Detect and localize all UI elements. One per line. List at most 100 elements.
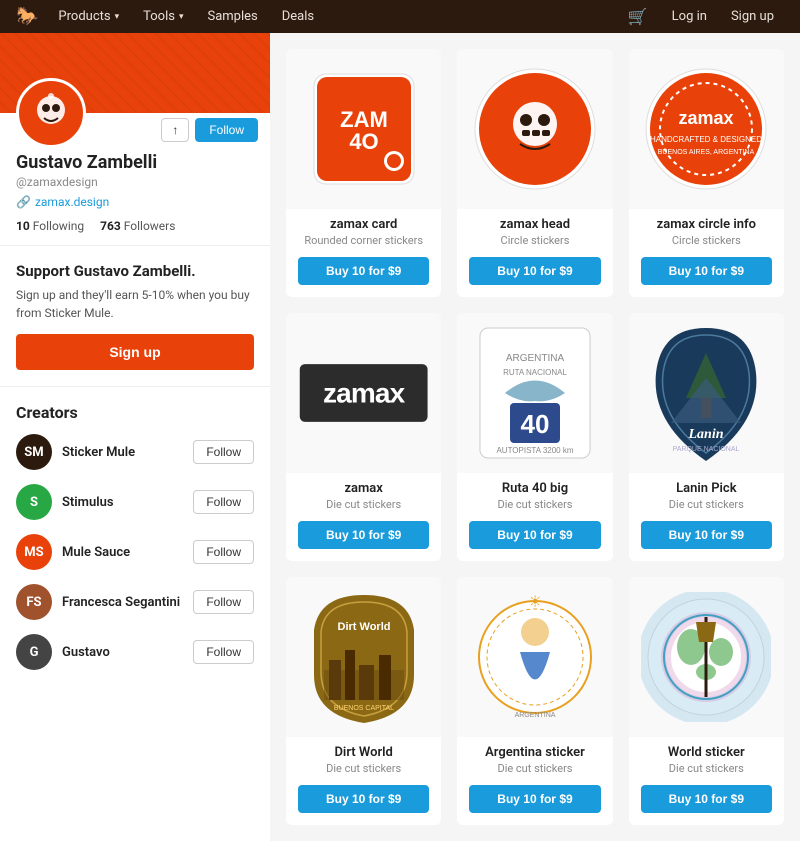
buy-button[interactable]: Buy 10 for $9 <box>298 257 429 285</box>
profile-action-buttons: ↑ Follow <box>161 118 258 148</box>
chevron-down-icon: ▾ <box>179 12 184 22</box>
product-image <box>629 577 784 737</box>
nav-products[interactable]: Products ▾ <box>46 0 131 33</box>
product-info: zamax head Circle stickers <box>457 209 612 257</box>
buy-button[interactable]: Buy 10 for $9 <box>641 521 772 549</box>
svg-text:4O: 4O <box>349 129 378 154</box>
product-info: zamax circle info Circle stickers <box>629 209 784 257</box>
product-type: Die cut stickers <box>298 498 429 511</box>
follow-button[interactable]: Follow <box>195 118 258 142</box>
chevron-down-icon: ▾ <box>115 12 120 22</box>
signup-button-sidebar[interactable]: Sign up <box>16 334 254 370</box>
login-button[interactable]: Log in <box>662 9 717 24</box>
product-image: zamax HANDCRAFTED & DESIGNED BUENOS AIRE… <box>629 49 784 209</box>
products-grid: ZAM 4O zamax card Rounded corner sticker… <box>286 49 784 825</box>
profile-website[interactable]: 🔗 zamax.design <box>16 195 254 209</box>
product-image: zamax <box>286 313 441 473</box>
creator-follow-button[interactable]: Follow <box>193 490 254 514</box>
main-content: ZAM 4O zamax card Rounded corner sticker… <box>270 33 800 841</box>
svg-text:Lanin: Lanin <box>688 427 724 442</box>
support-text: Sign up and they'll earn 5-10% when you … <box>16 286 254 322</box>
nav-logo: 🐎 <box>16 6 38 27</box>
svg-text:RUTA NACIONAL: RUTA NACIONAL <box>503 368 567 377</box>
product-type: Rounded corner stickers <box>298 234 429 247</box>
buy-button[interactable]: Buy 10 for $9 <box>641 785 772 813</box>
navigation: 🐎 Products ▾ Tools ▾ Samples Deals 🛒 Log… <box>0 0 800 33</box>
product-image <box>457 49 612 209</box>
creator-item: S Stimulus Follow <box>16 484 254 520</box>
nav-deals[interactable]: Deals <box>270 0 326 33</box>
svg-text:☀: ☀ <box>528 592 542 611</box>
creator-item: MS Mule Sauce Follow <box>16 534 254 570</box>
creator-follow-button[interactable]: Follow <box>193 640 254 664</box>
product-type: Die cut stickers <box>641 762 772 775</box>
profile-name: Gustavo Zambelli <box>16 152 254 173</box>
product-card: World sticker Die cut stickers Buy 10 fo… <box>629 577 784 825</box>
buy-button[interactable]: Buy 10 for $9 <box>469 785 600 813</box>
product-name: Dirt World <box>298 745 429 760</box>
product-card: zamax head Circle stickers Buy 10 for $9 <box>457 49 612 297</box>
product-type: Die cut stickers <box>469 498 600 511</box>
creator-item: SM Sticker Mule Follow <box>16 434 254 470</box>
creator-item: G Gustavo Follow <box>16 634 254 670</box>
product-image: ARGENTINA RUTA NACIONAL 40 AUTOPISTA 320… <box>457 313 612 473</box>
creator-item: FS Francesca Segantini Follow <box>16 584 254 620</box>
avatar-image <box>20 82 82 144</box>
signup-button[interactable]: Sign up <box>721 9 784 24</box>
buy-button[interactable]: Buy 10 for $9 <box>641 257 772 285</box>
creator-avatar: S <box>16 484 52 520</box>
nav-samples[interactable]: Samples <box>195 0 269 33</box>
buy-button[interactable]: Buy 10 for $9 <box>469 521 600 549</box>
product-name: World sticker <box>641 745 772 760</box>
product-info: Ruta 40 big Die cut stickers <box>457 473 612 521</box>
share-button[interactable]: ↑ <box>161 118 189 142</box>
product-type: Circle stickers <box>469 234 600 247</box>
creator-follow-button[interactable]: Follow <box>193 440 254 464</box>
svg-text:PARQUE NACIONAL: PARQUE NACIONAL <box>673 446 740 453</box>
product-image: ZAM 4O <box>286 49 441 209</box>
buy-button[interactable]: Buy 10 for $9 <box>298 785 429 813</box>
creator-follow-button[interactable]: Follow <box>193 540 254 564</box>
product-info: Argentina sticker Die cut stickers <box>457 737 612 785</box>
product-name: zamax <box>298 481 429 496</box>
svg-text:40: 40 <box>521 409 550 439</box>
product-card: zamax HANDCRAFTED & DESIGNED BUENOS AIRE… <box>629 49 784 297</box>
creators-title: Creators <box>16 403 254 422</box>
nav-tools[interactable]: Tools ▾ <box>131 0 195 33</box>
svg-text:Dirt World: Dirt World <box>337 621 390 633</box>
page-layout: ↑ Follow Gustavo Zambelli @zamaxdesign 🔗… <box>0 33 800 841</box>
support-title: Support Gustavo Zambelli. <box>16 262 254 280</box>
product-info: zamax Die cut stickers <box>286 473 441 521</box>
svg-text:ARGENTINA: ARGENTINA <box>506 353 565 364</box>
svg-text:BUENOS CAPITAL: BUENOS CAPITAL <box>334 705 394 712</box>
product-card: Lanin PARQUE NACIONAL Lanin Pick Die cut… <box>629 313 784 561</box>
product-card: Dirt World BUENOS CAPITAL Dirt World Die… <box>286 577 441 825</box>
buy-button[interactable]: Buy 10 for $9 <box>469 257 600 285</box>
product-type: Circle stickers <box>641 234 772 247</box>
svg-text:AUTOPISTA 3200 km: AUTOPISTA 3200 km <box>496 446 573 455</box>
product-name: zamax circle info <box>641 217 772 232</box>
creators-list: SM Sticker Mule Follow S Stimulus Follow… <box>16 434 254 670</box>
product-name: Lanin Pick <box>641 481 772 496</box>
buy-button[interactable]: Buy 10 for $9 <box>298 521 429 549</box>
cart-icon[interactable]: 🛒 <box>618 7 658 26</box>
creator-avatar: FS <box>16 584 52 620</box>
svg-text:zamax: zamax <box>679 108 734 128</box>
profile-handle: @zamaxdesign <box>16 175 254 189</box>
product-type: Die cut stickers <box>298 762 429 775</box>
svg-text:BUENOS AIRES, ARGENTINA: BUENOS AIRES, ARGENTINA <box>658 149 755 156</box>
product-info: zamax card Rounded corner stickers <box>286 209 441 257</box>
creator-name: Francesca Segantini <box>62 595 183 610</box>
svg-text:ARGENTINA: ARGENTINA <box>515 712 556 719</box>
product-name: zamax card <box>298 217 429 232</box>
product-name: Ruta 40 big <box>469 481 600 496</box>
profile-avatar-wrap <box>16 78 86 148</box>
support-box: Support Gustavo Zambelli. Sign up and th… <box>0 246 270 386</box>
product-card: ☀ ARGENTINA Argentina sticker Die cut st… <box>457 577 612 825</box>
creator-name: Sticker Mule <box>62 445 183 460</box>
profile-stats: 10 Following 763 Followers <box>16 219 254 233</box>
product-info: Dirt World Die cut stickers <box>286 737 441 785</box>
svg-text:HANDCRAFTED & DESIGNED: HANDCRAFTED & DESIGNED <box>650 135 762 144</box>
product-info: World sticker Die cut stickers <box>629 737 784 785</box>
creator-follow-button[interactable]: Follow <box>193 590 254 614</box>
